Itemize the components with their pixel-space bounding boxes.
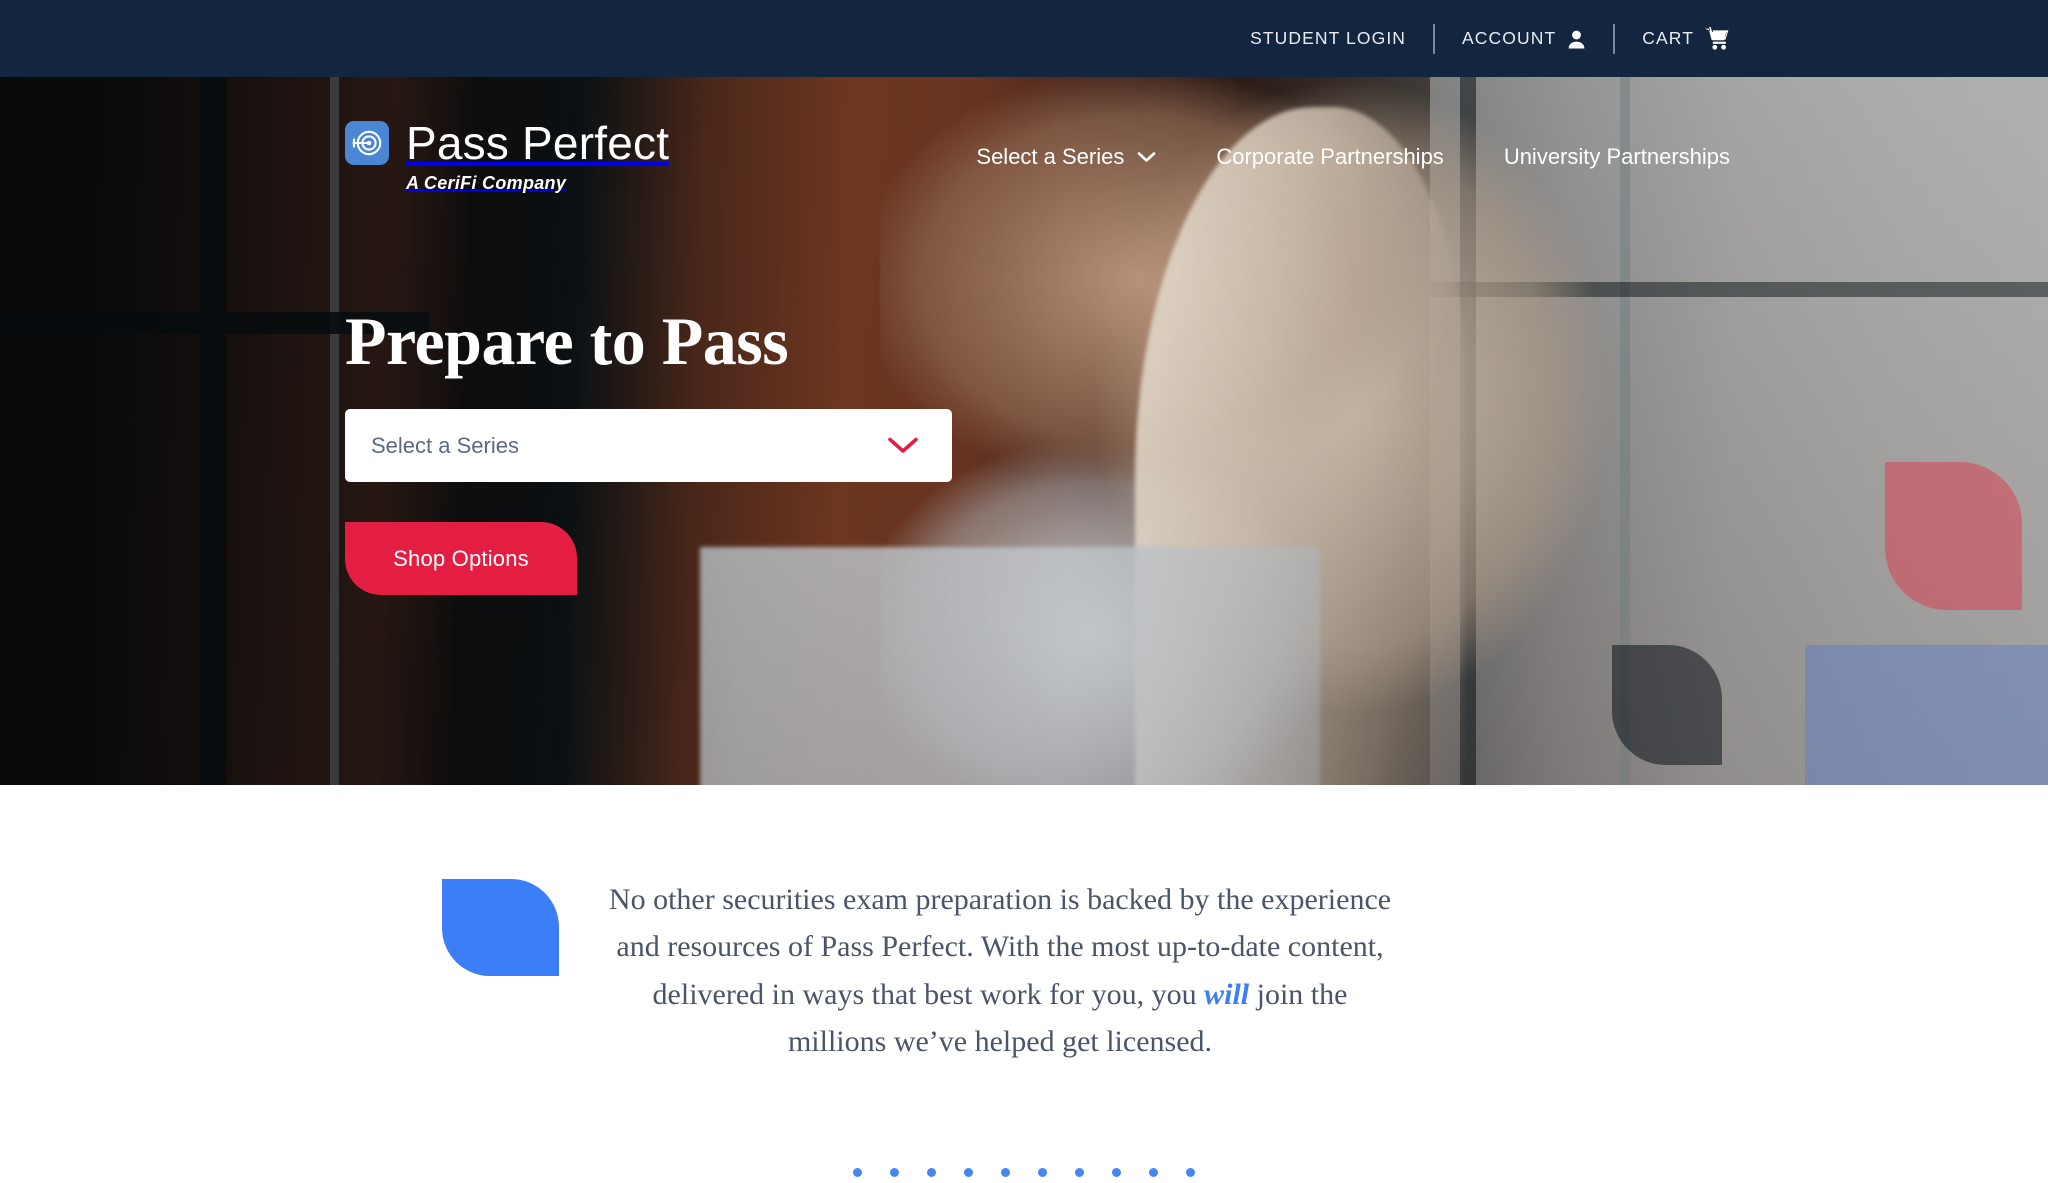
hero-content: Prepare to Pass Select a Series Shop Opt… (345, 307, 965, 595)
carousel-dot[interactable] (964, 1168, 973, 1177)
shop-options-button[interactable]: Shop Options (345, 522, 577, 595)
nav-label: Corporate Partnerships (1216, 144, 1444, 169)
account-link[interactable]: ACCOUNT (1462, 28, 1586, 49)
nav-label: Select a Series (976, 144, 1125, 169)
top-utility-bar: STUDENT LOGIN ACCOUNT CART (0, 0, 2048, 77)
topbar-divider-2 (1613, 23, 1616, 54)
chevron-down-icon (887, 436, 919, 455)
brand-tagline: A CeriFi Company (406, 173, 567, 193)
carousel-dot[interactable] (1038, 1168, 1047, 1177)
chevron-down-icon (1137, 151, 1156, 163)
carousel-dot[interactable] (890, 1168, 899, 1177)
series-select-dropdown[interactable]: Select a Series (345, 409, 952, 482)
carousel-dot[interactable] (1149, 1168, 1158, 1177)
decorative-leaf-red (1885, 462, 2022, 610)
nav-item-select-a-series[interactable]: Select a Series (976, 144, 1156, 170)
account-label: ACCOUNT (1462, 28, 1557, 48)
intro-paragraph-emphasis: will (1204, 977, 1250, 1011)
hero-title: Prepare to Pass (345, 303, 789, 379)
user-icon (1567, 29, 1586, 49)
carousel-dot[interactable] (927, 1168, 936, 1177)
site-header: Pass Perfect A CeriFi Company Select a S… (0, 77, 2048, 237)
intro-paragraph: No other securities exam preparation is … (600, 876, 1400, 1066)
nav-item-university-partnerships[interactable]: University Partnerships (1504, 144, 1730, 170)
carousel-dot[interactable] (1075, 1168, 1084, 1177)
decorative-leaf-blue (442, 879, 559, 976)
student-login-label: STUDENT LOGIN (1250, 28, 1407, 48)
carousel-dot[interactable] (1112, 1168, 1121, 1177)
carousel-dot[interactable] (1001, 1168, 1010, 1177)
decorative-panel-blue (1805, 645, 2048, 785)
cart-link[interactable]: CART (1642, 27, 1730, 50)
cart-label: CART (1642, 28, 1694, 48)
decorative-leaf-dark (1612, 645, 1722, 765)
topbar-divider-1 (1433, 23, 1436, 54)
carousel-dots[interactable] (0, 1168, 2048, 1177)
shop-options-label: Shop Options (393, 545, 529, 571)
brand-logo[interactable]: Pass Perfect A CeriFi Company (345, 120, 669, 194)
target-arrow-icon (345, 121, 389, 165)
top-utility-links: STUDENT LOGIN ACCOUNT CART (1250, 23, 1730, 54)
carousel-dot[interactable] (1186, 1168, 1195, 1177)
main-navigation: Select a Series Corporate Partnerships U… (916, 144, 1730, 170)
nav-item-corporate-partnerships[interactable]: Corporate Partnerships (1216, 144, 1443, 170)
brand-name: Pass Perfect (406, 117, 670, 169)
student-login-link[interactable]: STUDENT LOGIN (1250, 28, 1406, 49)
nav-label: University Partnerships (1503, 144, 1730, 169)
series-select-value: Select a Series (371, 432, 519, 458)
shopping-cart-icon (1705, 27, 1730, 50)
brand-row: Pass Perfect (345, 120, 669, 166)
hero-section: Pass Perfect A CeriFi Company Select a S… (0, 77, 2048, 785)
carousel-dot[interactable] (853, 1168, 862, 1177)
